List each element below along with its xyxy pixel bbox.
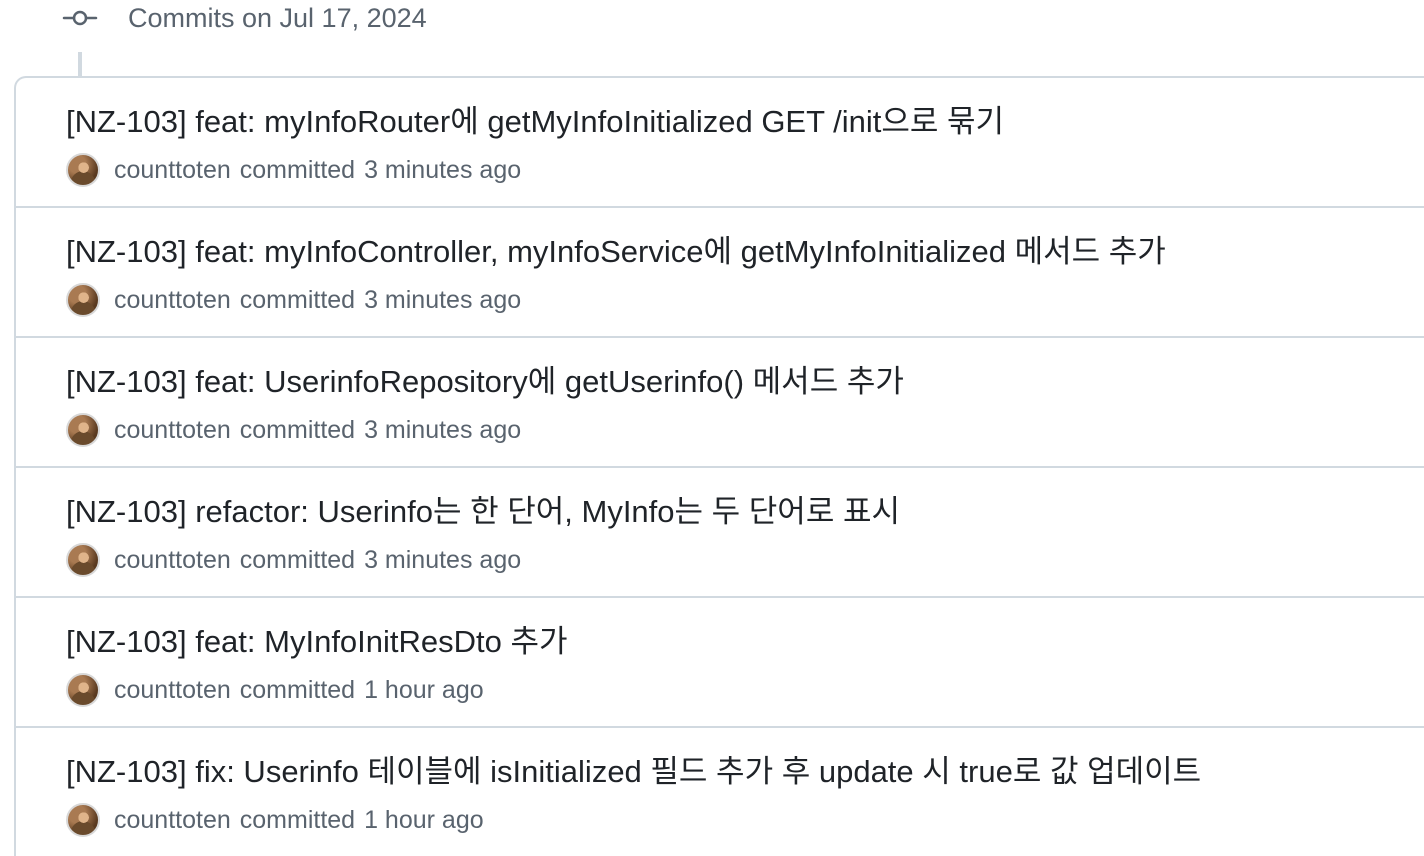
- commit-title-link[interactable]: [NZ-103] feat: UserinfoRepository에 getUs…: [66, 362, 904, 402]
- commit-time: 1 hour ago: [364, 675, 484, 704]
- commit-time: 1 hour ago: [364, 805, 484, 834]
- avatar[interactable]: [66, 673, 100, 707]
- commit-verb: committed: [239, 675, 356, 704]
- commit-row: [NZ-103] feat: UserinfoRepository에 getUs…: [16, 338, 1424, 468]
- commit-author-link[interactable]: counttoten: [114, 806, 231, 835]
- avatar[interactable]: [66, 283, 100, 317]
- commit-verb: committed: [239, 155, 356, 184]
- commit-meta: counttoten committed 3 minutes ago: [66, 542, 521, 578]
- commit-title-link[interactable]: [NZ-103] feat: MyInfoInitResDto 추가: [66, 622, 568, 662]
- commit-meta: counttoten committed 1 hour ago: [66, 672, 484, 708]
- commit-title-link[interactable]: [NZ-103] fix: Userinfo 테이블에 isInitialize…: [66, 752, 1201, 792]
- commit-group-header: Commits on Jul 17, 2024: [62, 0, 427, 36]
- commit-row: [NZ-103] fix: Userinfo 테이블에 isInitialize…: [16, 728, 1424, 856]
- commits-page: Commits on Jul 17, 2024 [NZ-103] feat: m…: [0, 0, 1424, 856]
- commit-author-link[interactable]: counttoten: [114, 546, 231, 575]
- commit-time: 3 minutes ago: [364, 155, 522, 184]
- avatar[interactable]: [66, 413, 100, 447]
- commit-row: [NZ-103] feat: myInfoRouter에 getMyInfoIn…: [16, 78, 1424, 208]
- commit-verb: committed: [239, 805, 356, 834]
- commit-title-link[interactable]: [NZ-103] feat: myInfoRouter에 getMyInfoIn…: [66, 102, 1004, 142]
- commit-verb: committed: [239, 415, 356, 444]
- commit-group-title: Commits on Jul 17, 2024: [128, 2, 427, 33]
- commit-title-link[interactable]: [NZ-103] refactor: Userinfo는 한 단어, MyInf…: [66, 492, 900, 532]
- commit-verb: committed: [239, 285, 356, 314]
- avatar[interactable]: [66, 153, 100, 187]
- commit-author-link[interactable]: counttoten: [114, 156, 231, 185]
- commit-time: 3 minutes ago: [364, 545, 522, 574]
- commit-meta: counttoten committed 3 minutes ago: [66, 282, 521, 318]
- commit-meta: counttoten committed 1 hour ago: [66, 802, 484, 838]
- commit-time: 3 minutes ago: [364, 285, 522, 314]
- commit-author-link[interactable]: counttoten: [114, 676, 231, 705]
- avatar[interactable]: [66, 803, 100, 837]
- commit-meta: counttoten committed 3 minutes ago: [66, 412, 521, 448]
- timeline-connector: [78, 52, 82, 78]
- commit-meta: counttoten committed 3 minutes ago: [66, 152, 521, 188]
- commit-author-link[interactable]: counttoten: [114, 286, 231, 315]
- commit-row: [NZ-103] feat: myInfoController, myInfoS…: [16, 208, 1424, 338]
- commit-list: [NZ-103] feat: myInfoRouter에 getMyInfoIn…: [14, 76, 1424, 856]
- commit-verb: committed: [239, 545, 356, 574]
- commit-row: [NZ-103] feat: MyInfoInitResDto 추가 count…: [16, 598, 1424, 728]
- commit-title-link[interactable]: [NZ-103] feat: myInfoController, myInfoS…: [66, 232, 1166, 272]
- commit-author-link[interactable]: counttoten: [114, 416, 231, 445]
- git-commit-icon: [62, 10, 98, 26]
- commit-row: [NZ-103] refactor: Userinfo는 한 단어, MyInf…: [16, 468, 1424, 598]
- commit-time: 3 minutes ago: [364, 415, 522, 444]
- avatar[interactable]: [66, 543, 100, 577]
